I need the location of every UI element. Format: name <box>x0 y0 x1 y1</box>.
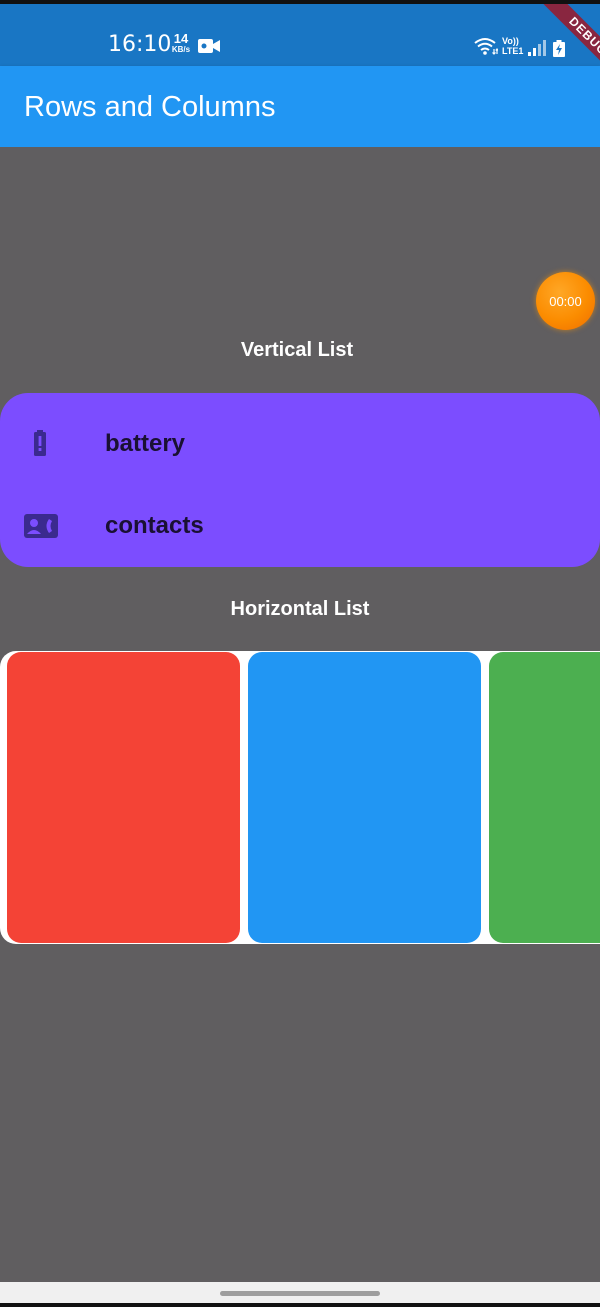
contact-phone-icon <box>24 514 58 538</box>
screen-recorder-timer[interactable]: 00:00 <box>536 272 595 330</box>
volte-line-1: Vo)) <box>502 36 519 46</box>
list-item-label: battery <box>105 430 186 457</box>
vertical-list-heading: Vertical List <box>240 339 354 361</box>
list-item-contacts[interactable]: contacts <box>0 485 600 567</box>
status-time: 16:10 <box>108 32 172 57</box>
wifi-icon <box>474 38 498 55</box>
home-gesture-handle[interactable] <box>220 1291 380 1296</box>
video-camera-icon <box>198 39 220 53</box>
network-speed: 14 KB/s <box>169 32 193 54</box>
battery-charging-icon <box>553 40 565 57</box>
battery-alert-icon <box>34 430 46 456</box>
horizontal-card-blue[interactable] <box>248 652 481 943</box>
horizontal-list-heading: Horizontal List <box>230 598 370 620</box>
network-speed-value: 14 <box>173 31 189 46</box>
horizontal-card-red[interactable] <box>7 652 240 943</box>
app-bar: Rows and Columns <box>0 66 600 147</box>
volte-line-2: LTE1 <box>502 46 524 56</box>
list-item-battery[interactable]: battery <box>0 403 600 485</box>
network-speed-unit: KB/s <box>171 45 191 54</box>
vertical-list: battery contacts <box>0 393 600 567</box>
list-item-label: contacts <box>105 512 204 539</box>
horizontal-card-green[interactable] <box>489 652 600 943</box>
horizontal-list[interactable] <box>0 651 600 944</box>
timer-label: 00:00 <box>549 293 582 309</box>
volte-indicator: Vo)) LTE1 <box>502 36 526 56</box>
signal-icon <box>528 40 546 56</box>
status-bar: 16:10 14 KB/s Vo)) LTE1 <box>0 4 600 66</box>
app-bar-title: Rows and Columns <box>24 91 276 123</box>
screen-bottom-edge <box>0 1303 600 1307</box>
